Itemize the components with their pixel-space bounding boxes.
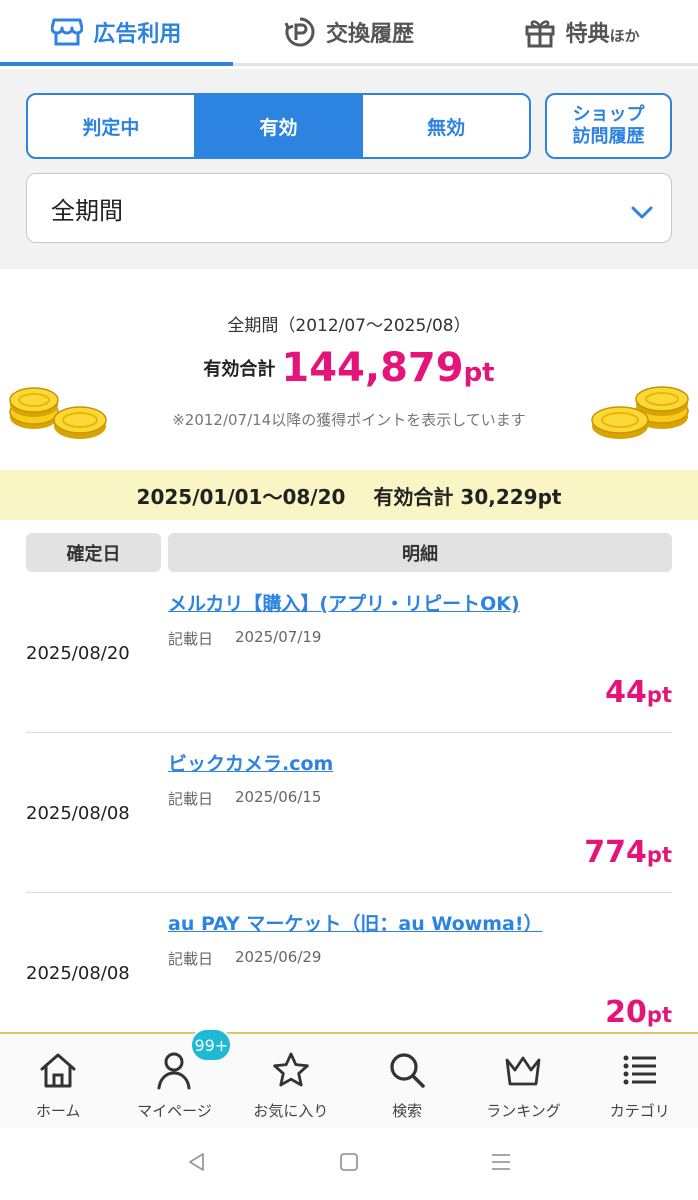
chevron-down-icon xyxy=(631,198,653,226)
nav-search-label: 検索 xyxy=(392,1102,423,1120)
system-navigation-bar xyxy=(0,1128,698,1200)
notification-badge: 99+ xyxy=(190,1028,233,1062)
row-points-value: 20 xyxy=(605,995,647,1030)
status-segmented-control: 判定中 有効 無効 xyxy=(26,93,531,159)
store-icon xyxy=(51,17,84,47)
header-confirm-date: 確定日 xyxy=(26,533,161,572)
tab-exchange-history-label: 交換履歴 xyxy=(326,21,415,47)
tab-ad-usage[interactable]: 広告利用 xyxy=(0,0,233,66)
row-points: 774pt xyxy=(584,835,672,870)
row-confirm-date: 2025/08/08 xyxy=(26,803,130,824)
shop-visit-history-line1: ショップ xyxy=(572,103,645,125)
list-icon xyxy=(620,1050,660,1094)
nav-home[interactable]: ホーム xyxy=(0,1034,116,1128)
nav-favorites[interactable]: お気に入り xyxy=(233,1034,349,1128)
nav-ranking-label: ランキング xyxy=(486,1102,561,1120)
tab-benefits-small-label: ほか xyxy=(609,26,640,45)
nav-category[interactable]: カテゴリ xyxy=(582,1034,698,1128)
year-total: 有効合計 30,229pt xyxy=(373,484,562,509)
nav-ranking[interactable]: ランキング xyxy=(465,1034,581,1128)
tab-benefits-main-label: 特典 xyxy=(565,21,610,47)
summary-total-value: 144,879 xyxy=(281,345,464,391)
home-icon xyxy=(38,1050,78,1094)
nav-search[interactable]: 検索 xyxy=(349,1034,465,1128)
menu-icon[interactable] xyxy=(490,1151,512,1177)
tab-ad-usage-label: 広告利用 xyxy=(93,21,182,47)
segment-valid[interactable]: 有効 xyxy=(195,95,364,157)
row-record-date: 2025/06/29 xyxy=(235,948,322,966)
summary-range: 全期間（2012/07〜2025/08） xyxy=(227,316,471,336)
point-exchange-icon xyxy=(284,16,316,48)
year-range: 2025/01/01〜08/20 xyxy=(136,484,346,509)
user-icon xyxy=(154,1050,194,1094)
row-points-unit: pt xyxy=(646,843,672,867)
period-select-value: 全期間 xyxy=(51,196,123,225)
nav-mypage-label: マイページ xyxy=(137,1102,212,1120)
tab-exchange-history[interactable]: 交換履歴 xyxy=(233,0,466,63)
year-summary-band: 2025/01/01〜08/20 有効合計 30,229pt xyxy=(0,470,698,520)
row-points: 44pt xyxy=(605,675,672,710)
tab-benefits-label: 特典ほか xyxy=(566,16,640,48)
home-square-icon[interactable] xyxy=(338,1151,360,1177)
coins-right-icon xyxy=(590,383,690,447)
bottom-navigation: ホーム マイページ 99+ お気に入り 検索 ランキング カテゴリ xyxy=(0,1028,698,1128)
row-points-value: 44 xyxy=(605,675,647,710)
summary-total-label: 有効合計 xyxy=(203,359,276,380)
row-record-date: 2025/07/19 xyxy=(235,628,322,646)
row-confirm-date: 2025/08/20 xyxy=(26,643,130,664)
row-record-label: 記載日 xyxy=(168,630,214,648)
row-shop-link[interactable]: ビックカメラ.com xyxy=(168,749,333,776)
star-icon xyxy=(271,1050,311,1094)
tab-benefits[interactable]: 特典ほか xyxy=(465,0,698,63)
nav-favorites-label: お気に入り xyxy=(253,1102,329,1120)
table-row: 2025/08/08 au PAY マーケット（旧：au Wowma!） 記載日… xyxy=(26,893,672,1032)
row-shop-link[interactable]: au PAY マーケット（旧：au Wowma!） xyxy=(168,909,543,936)
row-record-label: 記載日 xyxy=(168,790,214,808)
nav-home-label: ホーム xyxy=(35,1102,81,1120)
segment-pending[interactable]: 判定中 xyxy=(28,95,196,157)
row-record-date: 2025/06/15 xyxy=(235,788,322,806)
table-row: 2025/08/08 ビックカメラ.com 記載日 2025/06/15 774… xyxy=(26,733,672,893)
summary-total-unit: pt xyxy=(463,358,495,388)
crown-icon xyxy=(503,1050,543,1094)
nav-mypage[interactable]: マイページ 99+ xyxy=(116,1028,233,1128)
table-row: 2025/08/20 メルカリ【購入】(アプリ・リピートOK) 記載日 2025… xyxy=(26,573,672,733)
shop-visit-history-line2: 訪問履歴 xyxy=(572,126,645,147)
nav-category-label: カテゴリ xyxy=(609,1102,670,1120)
row-shop-link[interactable]: メルカリ【購入】(アプリ・リピートOK) xyxy=(168,589,520,616)
row-record-label: 記載日 xyxy=(168,950,214,968)
search-icon xyxy=(387,1050,427,1094)
segment-invalid[interactable]: 無効 xyxy=(363,95,529,157)
coins-left-icon xyxy=(8,383,108,447)
row-confirm-date: 2025/08/08 xyxy=(26,963,130,984)
row-points-value: 774 xyxy=(584,835,647,870)
filter-area: 判定中 有効 無効 ショップ 訪問履歴 全期間 xyxy=(0,69,698,269)
row-points: 20pt xyxy=(605,995,672,1030)
gift-icon xyxy=(524,16,556,48)
row-points-unit: pt xyxy=(646,683,672,707)
shop-visit-history-button[interactable]: ショップ 訪問履歴 xyxy=(545,93,672,159)
top-tabs: 広告利用 交換履歴 特典ほか xyxy=(0,0,698,66)
points-summary: 全期間（2012/07〜2025/08） 有効合計 144,879pt ※2012… xyxy=(0,269,698,469)
row-points-unit: pt xyxy=(646,1003,672,1027)
header-detail: 明細 xyxy=(168,533,672,572)
back-icon[interactable] xyxy=(186,1151,208,1177)
period-select[interactable]: 全期間 xyxy=(26,173,672,243)
